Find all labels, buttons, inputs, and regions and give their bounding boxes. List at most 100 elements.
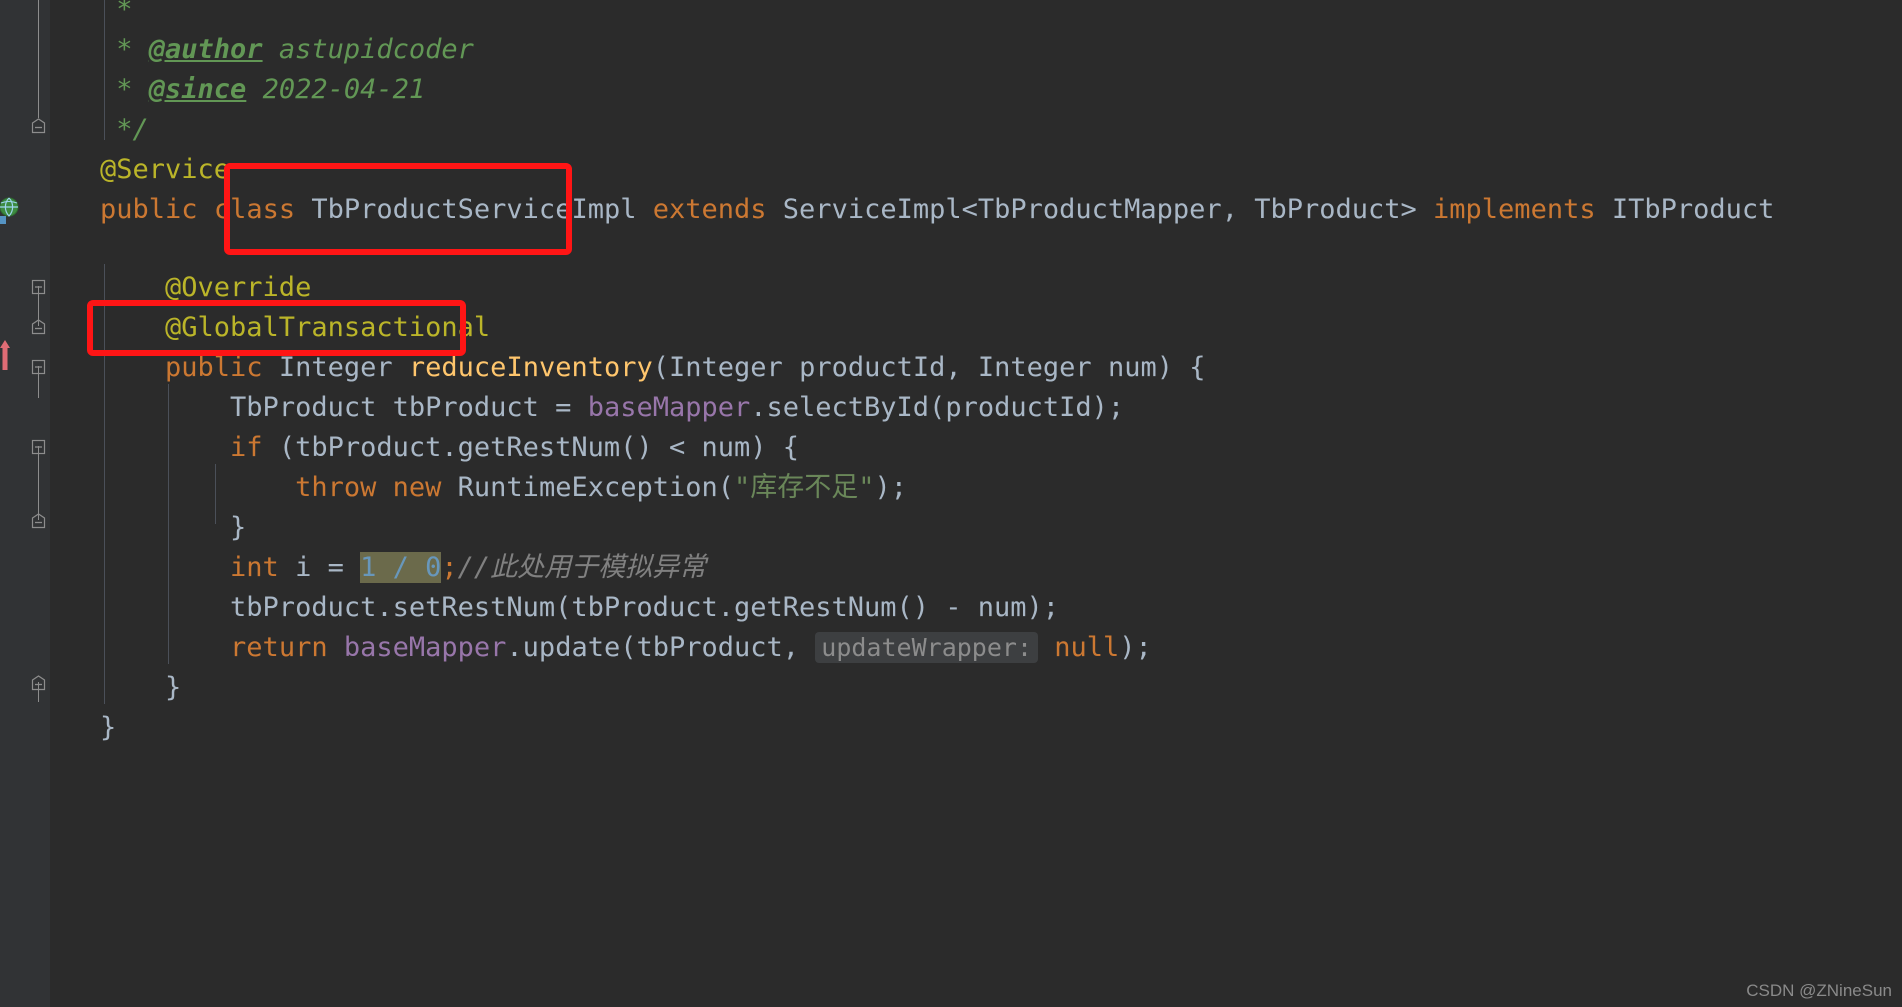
code-token: } <box>100 512 247 543</box>
code-token: 2022-04-21 <box>246 74 426 105</box>
code-token: .selectById(productId); <box>750 392 1125 423</box>
code-token: astupidcoder <box>262 34 474 65</box>
code-token: return <box>230 632 328 663</box>
code-token: .update(tbProduct, <box>506 632 816 663</box>
fold-connector-line <box>38 446 39 520</box>
code-token: * <box>100 0 149 25</box>
code-token: ITbProduct <box>1611 194 1775 225</box>
code-line-set-rest-num: tbProduct.setRestNum(tbProduct.getRestNu… <box>100 588 1059 628</box>
error-stripe-arrow-icon[interactable] <box>0 340 14 374</box>
breakpoint-arrow-icon[interactable] <box>0 200 14 228</box>
fold-marker-method-start[interactable] <box>30 318 47 335</box>
code-token: num) { <box>1091 352 1206 383</box>
arrow-up-marker-icon <box>0 216 6 224</box>
code-token: } <box>100 712 117 743</box>
code-token: public <box>100 194 198 225</box>
code-token: * <box>100 34 149 65</box>
code-line-anno-globaltransactional: @GlobalTransactional <box>100 308 490 348</box>
code-token: */ <box>100 114 149 145</box>
fold-collapse-icon <box>31 439 46 454</box>
code-token: i = <box>278 552 361 583</box>
code-surface[interactable]: * * @author astupidcoder * @since 2022-0… <box>50 0 1902 1007</box>
code-token: @author <box>148 34 263 65</box>
code-line-throw-runtime-exception: throw new RuntimeException("库存不足"); <box>100 468 907 508</box>
code-token: public <box>165 352 263 383</box>
arrow-up-pink-icon <box>0 340 10 370</box>
code-token: productId, <box>782 352 978 383</box>
code-line-method-signature: public Integer reduceInventory(Integer p… <box>100 348 1205 388</box>
code-line-anno-override: @Override <box>100 268 311 308</box>
code-line-close-method: } <box>100 668 181 708</box>
code-line-doc-star: * <box>100 0 149 30</box>
code-token: ); <box>1119 632 1152 663</box>
code-editor[interactable]: * * @author astupidcoder * @since 2022-0… <box>0 0 1902 1007</box>
code-token: //此处用于模拟异常 <box>457 552 707 583</box>
code-token: reduceInventory <box>408 352 653 383</box>
code-token: ( <box>652 352 670 383</box>
code-token: tbProduct.setRestNum(tbProduct.getRestNu… <box>100 592 1060 623</box>
code-token: Integer <box>977 352 1092 383</box>
fold-marker-class-end[interactable] <box>30 674 47 691</box>
fold-collapse-icon <box>31 359 46 374</box>
fold-marker-method-body[interactable] <box>30 358 47 375</box>
fold-marker-doc-end[interactable] <box>30 117 47 134</box>
code-line-anno-service: @Service <box>100 150 230 190</box>
code-token: Integer <box>278 352 393 383</box>
code-token: ; <box>441 552 458 583</box>
editor-gutter[interactable] <box>0 0 50 1007</box>
code-line-class-decl: public class TbProductServiceImpl extend… <box>100 190 1774 230</box>
code-token: baseMapper <box>587 392 751 423</box>
code-token: implements <box>1433 194 1596 225</box>
fold-collapse-icon <box>31 279 46 294</box>
code-token: Integer <box>669 352 783 383</box>
fold-connector-line <box>38 0 39 118</box>
code-line-doc-end: */ <box>100 110 149 150</box>
code-line-doc-author: * @author astupidcoder <box>100 30 474 70</box>
code-token: throw <box>295 472 377 503</box>
code-token: @GlobalTransactional <box>100 312 491 343</box>
code-token: 1 / 0 <box>360 552 442 583</box>
code-line-return-update: return baseMapper.update(tbProduct, upda… <box>100 628 1152 668</box>
fold-collapse-end-icon <box>31 674 46 690</box>
code-token: RuntimeException( <box>441 472 735 503</box>
code-token: TbProductServiceImpl <box>311 194 637 225</box>
code-token: @since <box>148 74 247 105</box>
code-line-doc-since: * @since 2022-04-21 <box>100 70 425 110</box>
code-line-close-if: } <box>100 508 246 548</box>
fold-marker-if-end[interactable] <box>30 512 47 529</box>
code-line-close-class: } <box>100 708 116 748</box>
csdn-watermark: CSDN @ZNineSun <box>1746 981 1892 1000</box>
fold-marker-override[interactable] <box>30 278 47 295</box>
code-token: } <box>100 672 182 703</box>
code-token: if <box>230 432 263 463</box>
code-token: updateWrapper: <box>815 632 1038 663</box>
code-token: baseMapper <box>343 632 507 663</box>
code-token: extends <box>652 194 767 225</box>
code-token: new <box>392 472 442 503</box>
fold-collapse-end-icon <box>31 512 46 528</box>
code-token: @Override <box>100 272 312 303</box>
code-token: @Service <box>100 154 231 185</box>
code-token: int <box>230 552 279 583</box>
code-token: class <box>213 194 296 225</box>
fold-marker-if-block[interactable] <box>30 438 47 455</box>
code-token: "库存不足" <box>734 472 875 503</box>
code-token: * <box>100 74 149 105</box>
code-line-if-rest-num: if (tbProduct.getRestNum() < num) { <box>100 428 799 468</box>
code-token: tbProduct = <box>376 392 588 423</box>
